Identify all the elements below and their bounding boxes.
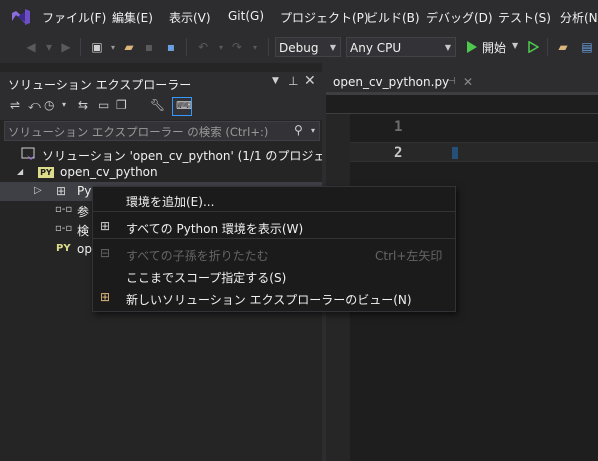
- navigate-back-icon[interactable]: ◀: [22, 38, 40, 56]
- collapse-all-icon[interactable]: ▭: [98, 98, 109, 112]
- line-number: 1: [394, 119, 403, 135]
- context-menu-item-scope-to-this[interactable]: ここまでスコープ指定する(S): [93, 265, 455, 287]
- toolbar-separator: [268, 38, 269, 56]
- context-menu-item-add-environment[interactable]: 環境を追加(E)...: [93, 189, 455, 211]
- pending-changes-filter-icon[interactable]: ◷: [44, 98, 54, 112]
- menu-item-label: 環境を追加(E)...: [126, 195, 215, 209]
- chevron-down-icon: ▼: [512, 41, 519, 50]
- solution-explorer-title: ソリューション エクスプローラー: [8, 78, 192, 92]
- document-tab[interactable]: open_cv_python.py ⊣ ✕: [326, 72, 476, 94]
- solution-icon: [21, 147, 35, 160]
- dropdown-arrow-icon[interactable]: ▾: [40, 38, 58, 56]
- python-environments-icon: ⊞: [56, 184, 67, 198]
- save-all-icon[interactable]: ▪: [162, 38, 180, 56]
- menu-test[interactable]: テスト(S): [498, 9, 551, 26]
- new-view-icon: ⊞: [100, 290, 111, 304]
- menu-item-shortcut: Ctrl+左矢印: [375, 249, 443, 263]
- open-file-icon[interactable]: ▰: [120, 38, 138, 56]
- editor-navigation-bar[interactable]: [326, 94, 598, 114]
- menu-item-label: すべての Python 環境を表示(W): [126, 222, 304, 236]
- window-position-dropdown-icon[interactable]: ▼: [272, 76, 279, 86]
- tree-item-label: op: [77, 242, 92, 256]
- toolbar-separator: [80, 38, 81, 56]
- chevron-down-icon: ▼: [329, 43, 336, 52]
- properties-wrench-icon[interactable]: 🔧︎: [150, 98, 165, 112]
- close-icon[interactable]: ✕: [304, 73, 316, 89]
- menu-item-label: ここまでスコープ指定する(S): [126, 271, 287, 285]
- menu-build[interactable]: ビルド(B): [366, 9, 420, 26]
- menu-git[interactable]: Git(G): [228, 9, 264, 23]
- redo-icon[interactable]: ↷: [228, 38, 246, 56]
- context-menu-item-view-all-environments[interactable]: ⊞ すべての Python 環境を表示(W): [93, 216, 455, 238]
- references-icon: ▫-▫: [55, 204, 73, 215]
- menu-debug[interactable]: デバッグ(D): [426, 9, 493, 26]
- menu-separator: [92, 211, 456, 212]
- pin-icon[interactable]: ⊥: [288, 74, 298, 88]
- search-options-dropdown-icon[interactable]: ▾: [311, 126, 315, 135]
- tree-item-label: 検: [77, 224, 90, 238]
- python-project-icon: PY: [38, 167, 54, 178]
- chevron-down-icon: ▼: [444, 43, 451, 52]
- preview-selected-items-button[interactable]: ⌨: [172, 97, 192, 116]
- hot-reload-icon[interactable]: ▤: [578, 38, 596, 56]
- python-file-icon: PY: [56, 243, 71, 254]
- navigate-forward-icon[interactable]: ▶: [57, 38, 75, 56]
- start-without-debugging-icon[interactable]: [528, 41, 539, 53]
- preview-icon: ⌨: [176, 99, 192, 112]
- save-icon[interactable]: ▪: [140, 38, 158, 56]
- toolbar-separator: [186, 38, 187, 56]
- browse-folder-icon[interactable]: ▰: [554, 38, 572, 56]
- menu-file[interactable]: ファイル(F): [42, 9, 106, 26]
- sync-with-active-document-icon[interactable]: ⇌: [10, 98, 20, 112]
- start-label: 開始: [482, 41, 507, 55]
- context-menu-item-new-solution-explorer-view[interactable]: ⊞ 新しいソリューション エクスプローラーのビュー(N): [93, 287, 455, 309]
- menu-separator: [92, 238, 456, 239]
- document-tab-title: open_cv_python.py: [333, 75, 450, 89]
- configuration-value: Debug: [279, 41, 319, 55]
- search-paths-icon: ▫-▫: [55, 223, 73, 234]
- project-label: open_cv_python: [60, 165, 158, 179]
- configuration-select[interactable]: Debug ▼: [275, 37, 341, 57]
- menu-item-label: すべての子孫を折りたたむ: [126, 249, 269, 263]
- start-debugging-button[interactable]: 開始 ▼: [464, 38, 520, 56]
- text-caret: [452, 147, 458, 159]
- chevron-down-icon[interactable]: ▾: [62, 100, 66, 109]
- tree-item-label: Py: [77, 184, 92, 198]
- collapsed-arrow-icon[interactable]: ▷: [34, 185, 42, 196]
- current-line-highlight: [350, 142, 598, 162]
- solution-label: ソリューション 'open_cv_python' (1/1 のプロジェクト): [42, 149, 355, 163]
- menu-project[interactable]: プロジェクト(P): [280, 9, 369, 26]
- expanded-arrow-icon[interactable]: ◢: [17, 167, 23, 176]
- menu-edit[interactable]: 編集(E): [112, 9, 153, 26]
- back-icon[interactable]: ⤺: [28, 98, 41, 113]
- platform-select[interactable]: Any CPU ▼: [346, 37, 456, 57]
- show-all-files-icon[interactable]: ❐: [116, 98, 127, 112]
- search-icon[interactable]: ⚲: [294, 123, 303, 137]
- solution-node[interactable]: ソリューション 'open_cv_python' (1/1 のプロジェクト): [0, 144, 354, 163]
- collapse-all-icon: ⊟: [100, 246, 111, 260]
- menu-view[interactable]: 表示(V): [169, 9, 211, 26]
- close-tab-icon[interactable]: ✕: [463, 75, 473, 89]
- pin-tab-icon[interactable]: ⊣: [447, 76, 456, 87]
- visual-studio-logo-icon: [12, 9, 30, 25]
- platform-value: Any CPU: [350, 41, 402, 55]
- redo-dropdown-icon[interactable]: ▾: [246, 38, 264, 56]
- menu-analyze[interactable]: 分析(N): [560, 9, 598, 26]
- environments-window-icon: ⊞: [100, 219, 111, 233]
- search-placeholder: ソリューション エクスプローラー の検索 (Ctrl+:): [8, 125, 269, 139]
- context-menu-item-collapse-all-descendants[interactable]: ⊟ すべての子孫を折りたたむ Ctrl+左矢印: [93, 243, 455, 265]
- toolbar-separator: [547, 38, 548, 56]
- play-icon: [467, 41, 477, 53]
- project-node[interactable]: ◢ PY open_cv_python: [0, 163, 322, 182]
- tree-item-label: 参: [77, 205, 90, 219]
- switch-views-icon[interactable]: ⇆: [78, 98, 88, 112]
- undo-icon[interactable]: ↶: [194, 38, 212, 56]
- menu-item-label: 新しいソリューション エクスプローラーのビュー(N): [126, 293, 412, 307]
- line-number: 2: [394, 145, 403, 161]
